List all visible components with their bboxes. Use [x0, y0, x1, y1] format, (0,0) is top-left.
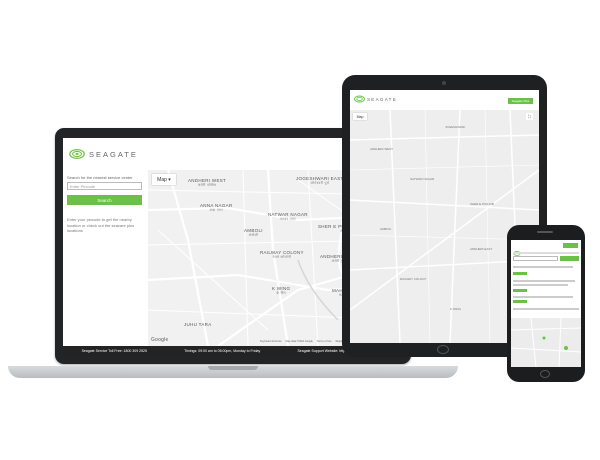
- pincode-input[interactable]: Enter Pincode: [67, 182, 142, 190]
- seagate-logo: [513, 243, 527, 256]
- area-label: JOGESHWARI EAST जोगेश्वरी पूर्व: [296, 176, 344, 186]
- brand-name: SEAGATE: [89, 149, 138, 159]
- map-roads: [511, 317, 581, 367]
- laptop-notch: [208, 366, 258, 370]
- result-line: [513, 280, 575, 282]
- phone-screen: [511, 240, 581, 367]
- seagate-logo: SEAGATE: [69, 147, 139, 161]
- toll-free-text: Seagate Service Toll Free: 1800 309 2525: [81, 349, 147, 353]
- seagate-swirl-icon: [354, 95, 365, 103]
- area-label: ANDHERI WEST अंधेरी पश्चिम: [188, 178, 226, 188]
- area-label: K WING के विंग: [272, 286, 290, 296]
- area-label: RAILWAY COLONY रेलवे कॉलोनी: [260, 250, 304, 260]
- area-name: JUHU TARA: [184, 322, 212, 327]
- search-button[interactable]: Search: [67, 195, 142, 205]
- svg-text:SHER E PUNJAB: SHER E PUNJAB: [470, 202, 494, 206]
- seagate-plus-button[interactable]: [563, 243, 578, 248]
- area-label: JUHU TARA: [184, 322, 212, 327]
- area-label: AMBOLI अंबोली: [244, 228, 263, 238]
- map-type-label: Map: [157, 176, 167, 183]
- svg-text:RAILWAY COLONY: RAILWAY COLONY: [400, 277, 426, 281]
- svg-text:AMBOLI: AMBOLI: [380, 227, 392, 231]
- seagate-plus-button[interactable]: Seagate Plus: [508, 98, 533, 104]
- help-text: Enter your pincode to get the nearby loc…: [67, 217, 135, 233]
- result-tag[interactable]: [513, 300, 527, 303]
- tablet-camera: [442, 81, 446, 85]
- map-data-text: Map data ©2022 Google: [285, 340, 313, 343]
- map-type-button[interactable]: Map ▾: [152, 174, 176, 185]
- phone-home-button[interactable]: [540, 370, 550, 378]
- seagate-swirl-icon: [69, 148, 85, 160]
- svg-text:K WING: K WING: [450, 307, 462, 311]
- result-line: [513, 308, 579, 310]
- phone-map[interactable]: [511, 317, 581, 367]
- terms-link[interactable]: Terms of Use: [317, 340, 332, 343]
- phone-speaker: [537, 231, 553, 233]
- result-tag[interactable]: [513, 289, 527, 292]
- brand-name: SEAGATE: [367, 96, 398, 102]
- svg-text:ANDHERI EAST: ANDHERI EAST: [470, 247, 492, 251]
- keyboard-shortcuts-link[interactable]: Keyboard shortcuts: [260, 340, 282, 343]
- result-line: [513, 284, 568, 286]
- area-sub: अंबोली: [248, 233, 259, 237]
- search-label: [513, 252, 579, 254]
- timings-text: Timings: 09:00 am to 05:00pm, Monday to …: [184, 349, 261, 353]
- area-sub: अन्ना नगर: [209, 208, 224, 212]
- area-sub: अंधेरी पश्चिम: [197, 183, 217, 187]
- svg-text:ANDHERI WEST: ANDHERI WEST: [370, 147, 393, 151]
- svg-text:JOGESHWARI: JOGESHWARI: [445, 125, 465, 129]
- area-sub: नटवर नगर: [280, 217, 296, 221]
- search-label: Search for the nearest service center: [67, 175, 133, 180]
- area-sub: जोगेश्वरी पूर्व: [310, 181, 330, 185]
- fullscreen-icon[interactable]: ⛶: [526, 113, 533, 120]
- map-type-button[interactable]: Map: [353, 113, 367, 120]
- area-label: NATWAR NAGAR नटवर नगर: [268, 212, 308, 222]
- area-sub: रेलवे कॉलोनी: [272, 255, 292, 259]
- result-line: [513, 266, 573, 268]
- tablet-home-button[interactable]: [437, 345, 449, 354]
- result-tag[interactable]: [513, 272, 527, 275]
- search-button[interactable]: [560, 256, 579, 261]
- pincode-input[interactable]: [513, 256, 558, 261]
- google-logo: Google: [151, 337, 169, 343]
- result-line: [513, 296, 573, 298]
- svg-text:NATWAR NAGAR: NATWAR NAGAR: [410, 177, 435, 181]
- seagate-logo: SEAGATE: [354, 95, 397, 103]
- area-label: ANNA NAGAR अन्ना नगर: [200, 203, 233, 213]
- area-sub: के विंग: [276, 291, 286, 295]
